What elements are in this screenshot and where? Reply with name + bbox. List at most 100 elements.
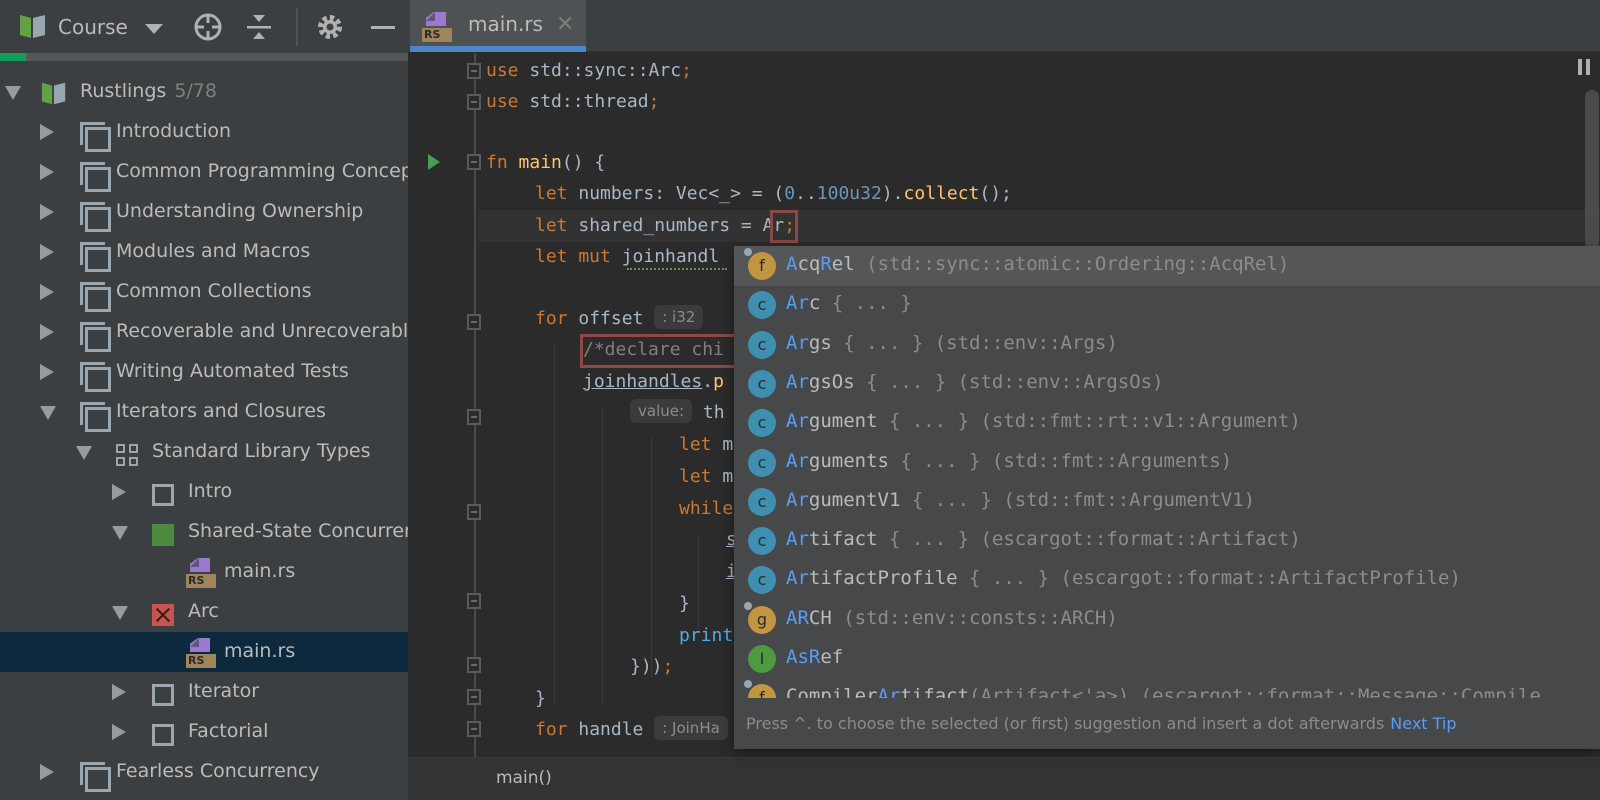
section-icon xyxy=(116,444,140,468)
run-icon[interactable] xyxy=(428,154,440,170)
lesson-icon xyxy=(80,362,111,392)
class-icon: c xyxy=(748,291,776,320)
collapse-arrow-icon[interactable] xyxy=(76,446,92,460)
tree-item-lesson[interactable]: Recoverable and Unrecoverable Errors xyxy=(0,312,408,352)
close-tab-icon[interactable]: ✕ xyxy=(556,12,574,37)
expand-arrow-icon[interactable] xyxy=(40,164,54,180)
task-failed-icon xyxy=(152,604,174,626)
tree-item-lesson[interactable]: Common Programming Concepts xyxy=(0,152,408,192)
tab-main-rs[interactable]: RS main.rs ✕ xyxy=(410,0,586,52)
collapse-arrow-icon[interactable] xyxy=(112,526,128,540)
fold-marker-icon[interactable] xyxy=(467,409,481,425)
expand-arrow-icon[interactable] xyxy=(40,124,54,140)
lesson-label: Writing Automated Tests xyxy=(116,360,349,382)
fold-marker-icon[interactable] xyxy=(467,154,481,170)
pause-icon[interactable] xyxy=(1578,59,1592,75)
fold-marker-icon[interactable] xyxy=(467,721,481,737)
fold-marker-icon[interactable] xyxy=(467,689,481,705)
expand-arrow-icon[interactable] xyxy=(112,484,126,500)
tree-item-file-selected[interactable]: RS main.rs xyxy=(0,632,408,672)
collapse-arrow-icon[interactable] xyxy=(40,406,56,420)
course-view-selector[interactable]: Course xyxy=(58,15,128,39)
completion-item[interactable]: f AcqRel (std::sync::atomic::Ordering::Ac… xyxy=(734,246,1600,286)
completion-item[interactable]: c Args { ... } (std::env::Args) xyxy=(734,325,1600,365)
fold-marker-icon[interactable] xyxy=(467,504,481,520)
lesson-label: Modules and Macros xyxy=(116,240,311,262)
class-icon: c xyxy=(748,409,776,438)
course-progress-bar xyxy=(0,53,408,61)
fold-marker-icon[interactable] xyxy=(467,94,481,110)
gear-icon[interactable] xyxy=(315,12,345,42)
completion-item[interactable]: c Arc { ... } xyxy=(734,285,1600,325)
fold-marker-icon[interactable] xyxy=(467,63,481,79)
section-label: Standard Library Types xyxy=(152,440,371,462)
expand-arrow-icon[interactable] xyxy=(40,204,54,220)
expand-arrow-icon[interactable] xyxy=(112,684,126,700)
completion-item-label: Artifact { ... } (escargot::format::Arti… xyxy=(786,528,1301,551)
completion-item[interactable]: c Artifact { ... } (escargot::format::Art… xyxy=(734,521,1600,561)
indent-guide xyxy=(554,342,555,702)
tree-item-lesson[interactable]: Modules and Macros xyxy=(0,232,408,272)
expand-arrow-icon[interactable] xyxy=(40,324,54,340)
completion-item[interactable]: c ArtifactProfile { ... } (escargot::form… xyxy=(734,560,1600,600)
task-unchecked-icon xyxy=(152,484,174,506)
code-line-current[interactable]: let shared_numbers = Ar; xyxy=(535,210,795,242)
completion-item[interactable]: c Argument { ... } (std::fmt::rt::v1::Arg… xyxy=(734,403,1600,443)
lesson-label: Common Collections xyxy=(116,280,312,302)
tree-item-lesson[interactable]: Fearless Concurrency xyxy=(0,752,408,792)
next-tip-link[interactable]: Next Tip xyxy=(1390,714,1456,733)
function-icon: f xyxy=(744,680,776,698)
completion-item[interactable]: c Arguments { ... } (std::fmt::Arguments) xyxy=(734,443,1600,483)
breadcrumb-item[interactable]: main() xyxy=(496,768,552,788)
collapse-arrow-icon[interactable] xyxy=(112,606,128,620)
code-line: while xyxy=(679,498,734,519)
completion-item[interactable]: I AsRef xyxy=(734,639,1600,679)
fold-marker-icon[interactable] xyxy=(467,657,481,673)
class-icon: c xyxy=(748,369,776,398)
file-label: main.rs xyxy=(224,640,296,662)
locate-icon[interactable] xyxy=(193,12,223,42)
tree-item-task[interactable]: Iterator xyxy=(0,672,408,712)
tree-item-task[interactable]: Factorial xyxy=(0,712,408,752)
fold-marker-icon[interactable] xyxy=(467,314,481,330)
completion-list[interactable]: f AcqRel (std::sync::atomic::Ordering::Ac… xyxy=(734,246,1600,698)
tree-item-file[interactable]: RS main.rs xyxy=(0,552,408,592)
tree-item-task[interactable]: Intro xyxy=(0,472,408,512)
completion-item[interactable]: c ArgsOs { ... } (std::env::ArgsOs) xyxy=(734,364,1600,404)
sidebar-toolbar: Course xyxy=(0,0,408,52)
lesson-label: Recoverable and Unrecoverable Errors xyxy=(116,320,408,342)
minimize-icon[interactable] xyxy=(368,12,398,42)
tree-item-lesson[interactable]: Common Collections xyxy=(0,272,408,312)
tree-item-task[interactable]: Shared-State Concurrency xyxy=(0,512,408,552)
expand-arrow-icon[interactable] xyxy=(40,244,54,260)
completion-item-label: AsRef xyxy=(786,646,844,668)
tree-item-lesson[interactable]: Introduction xyxy=(0,112,408,152)
expand-arrow-icon[interactable] xyxy=(5,86,21,100)
tree-item-lesson[interactable]: Iterators and Closures xyxy=(0,392,408,432)
completion-item-label: ArtifactProfile { ... } (escargot::forma… xyxy=(786,567,1461,590)
expand-arrow-icon[interactable] xyxy=(40,284,54,300)
tree-item-lesson[interactable]: Writing Automated Tests xyxy=(0,352,408,392)
vertical-scrollbar[interactable] xyxy=(1585,90,1599,250)
expand-arrow-icon[interactable] xyxy=(112,724,126,740)
completion-item[interactable]: c ArgumentV1 { ... } (std::fmt::ArgumentV… xyxy=(734,482,1600,522)
fold-marker-icon[interactable] xyxy=(467,593,481,609)
expand-arrow-icon[interactable] xyxy=(40,364,54,380)
completion-item[interactable]: f CompilerArtifact(Artifact<'a>) (escargo… xyxy=(734,678,1600,698)
code-line: print xyxy=(679,625,734,646)
code-line: })); xyxy=(630,656,674,677)
expand-arrow-icon[interactable] xyxy=(40,764,54,780)
rust-file-icon: RS xyxy=(422,12,452,42)
class-icon: c xyxy=(748,487,776,516)
constant-icon: g xyxy=(744,601,776,634)
tree-item-task[interactable]: Arc xyxy=(0,592,408,632)
tree-item-course-root[interactable]: Rustlings 5/78 xyxy=(0,72,408,112)
code-line: joinhandles.p xyxy=(583,371,724,392)
collapse-all-icon[interactable] xyxy=(244,12,274,42)
task-label: Iterator xyxy=(188,680,260,702)
tree-item-section[interactable]: Standard Library Types xyxy=(0,432,408,472)
tree-item-lesson[interactable]: Understanding Ownership xyxy=(0,192,408,232)
chevron-down-icon[interactable] xyxy=(145,24,163,34)
rust-file-icon: RS xyxy=(186,558,216,588)
completion-item[interactable]: g ARCH (std::env::consts::ARCH) xyxy=(734,600,1600,640)
